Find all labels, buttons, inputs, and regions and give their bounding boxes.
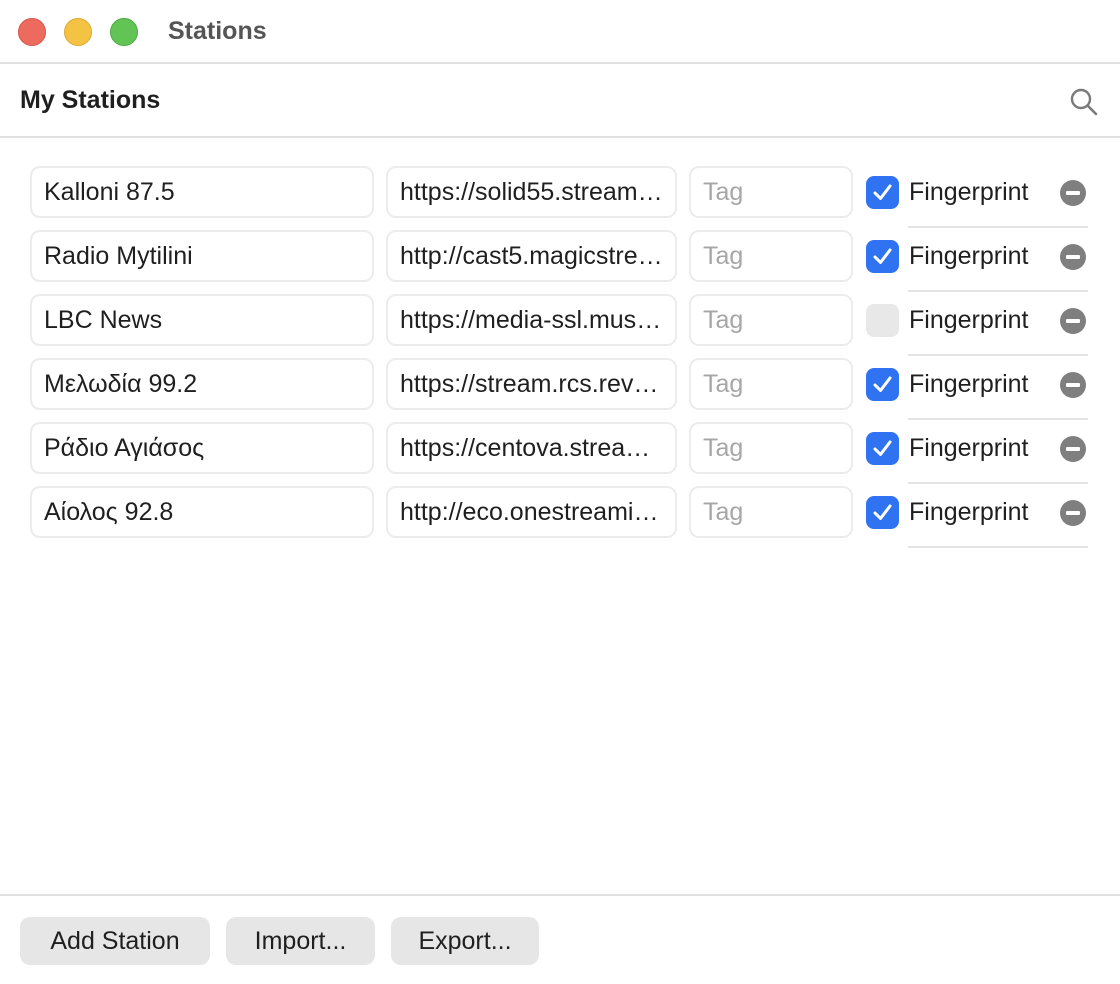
fingerprint-label: Fingerprint <box>909 434 1029 462</box>
page-title: My Stations <box>20 86 161 114</box>
station-row: Αίολος 92.8http://eco.onestreaming.com:8… <box>0 484 1120 548</box>
station-url-field[interactable]: https://stream.rcs.revma.com/melodia <box>386 358 677 410</box>
checkmark-icon <box>873 184 892 200</box>
title-bar: Stations <box>0 0 1120 64</box>
station-name-field[interactable]: Αίολος 92.8 <box>30 486 374 538</box>
station-name-field[interactable]: LBC News <box>30 294 374 346</box>
station-name-field[interactable]: Μελωδία 99.2 <box>30 358 374 410</box>
remove-station-icon[interactable] <box>1060 372 1086 398</box>
page-header: My Stations <box>0 64 1120 138</box>
footer-toolbar: Add Station Import... Export... <box>0 894 1120 984</box>
station-row: LBC Newshttps://media-ssl.musicradio.com… <box>0 292 1120 356</box>
remove-station-icon[interactable] <box>1060 436 1086 462</box>
export-button[interactable]: Export... <box>391 917 539 965</box>
station-row: Μελωδία 99.2https://stream.rcs.revma.com… <box>0 356 1120 420</box>
station-tag-field[interactable]: Tag <box>689 422 853 474</box>
station-tag-field[interactable]: Tag <box>689 358 853 410</box>
checkmark-icon <box>873 376 892 392</box>
station-name-field[interactable]: Ράδιο Αγιάσος <box>30 422 374 474</box>
import-button[interactable]: Import... <box>226 917 375 965</box>
remove-station-icon[interactable] <box>1060 244 1086 270</box>
station-tag-field[interactable]: Tag <box>689 230 853 282</box>
fingerprint-label: Fingerprint <box>909 306 1029 334</box>
remove-station-icon[interactable] <box>1060 500 1086 526</box>
station-url-field[interactable]: https://media-ssl.musicradio.com/LBCNews… <box>386 294 677 346</box>
station-row: Kalloni 87.5https://solid55.streamupsolu… <box>0 164 1120 228</box>
remove-station-icon[interactable] <box>1060 180 1086 206</box>
fingerprint-label: Fingerprint <box>909 242 1029 270</box>
station-list: Kalloni 87.5https://solid55.streamupsolu… <box>0 138 1120 894</box>
fingerprint-label: Fingerprint <box>909 370 1029 398</box>
stations-window: Stations My Stations Kalloni 87.5 https:/… <box>0 0 1120 984</box>
fingerprint-checkbox[interactable] <box>866 368 899 401</box>
close-window-button[interactable] <box>18 18 46 46</box>
zoom-window-button[interactable] <box>110 18 138 46</box>
station-row: Radio Mytilinihttp://cast5.magicstreams.… <box>0 228 1120 292</box>
fingerprint-checkbox[interactable] <box>866 240 899 273</box>
add-station-button[interactable]: Add Station <box>20 917 210 965</box>
station-url-field[interactable]: https://solid55.streamupsolutions.com/pr… <box>386 166 677 218</box>
fingerprint-checkbox[interactable] <box>866 176 899 209</box>
fingerprint-label: Fingerprint <box>909 498 1029 526</box>
fingerprint-checkbox[interactable] <box>866 432 899 465</box>
station-url-field[interactable]: http://eco.onestreaming.com:8000/stream <box>386 486 677 538</box>
row-divider <box>908 546 1088 548</box>
minimize-window-button[interactable] <box>64 18 92 46</box>
checkmark-icon <box>873 440 892 456</box>
window-title: Stations <box>168 17 267 45</box>
remove-station-icon[interactable] <box>1060 308 1086 334</box>
checkmark-icon <box>873 504 892 520</box>
fingerprint-checkbox[interactable] <box>866 304 899 337</box>
fingerprint-checkbox[interactable] <box>866 496 899 529</box>
station-url-field[interactable]: http://cast5.magicstreams.gr:9122/stream <box>386 230 677 282</box>
station-tag-field[interactable]: Tag <box>689 166 853 218</box>
station-tag-field[interactable]: Tag <box>689 294 853 346</box>
station-name-field[interactable]: Kalloni 87.5 <box>30 166 374 218</box>
station-row: Ράδιο Αγιάσοςhttps://centova.streamingme… <box>0 420 1120 484</box>
station-tag-field[interactable]: Tag <box>689 486 853 538</box>
search-icon[interactable] <box>1068 86 1100 118</box>
checkmark-icon <box>873 248 892 264</box>
fingerprint-label: Fingerprint <box>909 178 1029 206</box>
station-name-field[interactable]: Radio Mytilini <box>30 230 374 282</box>
station-url-field[interactable]: https://centova.streamingmedia.gr/proxy <box>386 422 677 474</box>
